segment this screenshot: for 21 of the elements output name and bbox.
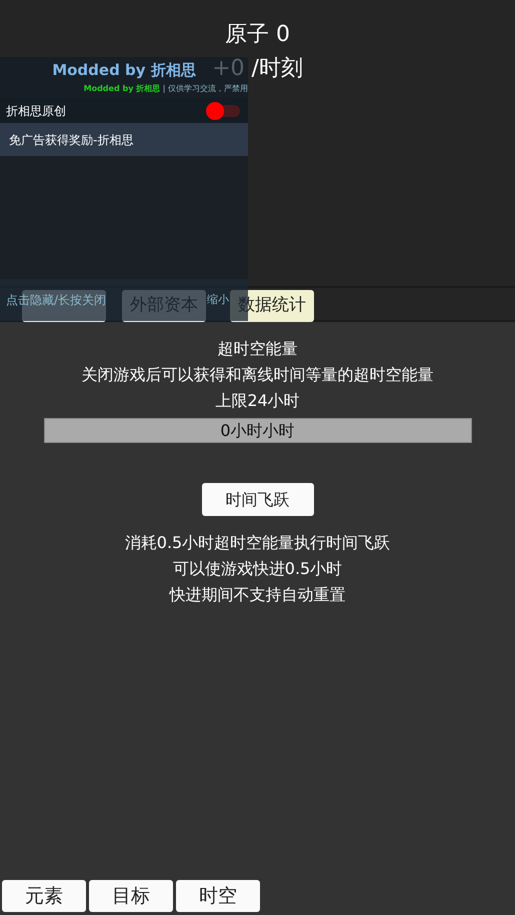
limit-text: 上限24小时 <box>215 390 300 412</box>
hide-hint[interactable]: 点击隐藏/长按关闭 <box>6 291 106 309</box>
tab-button[interactable]: 目标 <box>89 880 173 912</box>
panel-title: 超时空能量 <box>218 338 298 360</box>
tab-button[interactable]: 元素 <box>2 880 86 912</box>
toggle-switch[interactable] <box>206 102 240 120</box>
description-text: 关闭游戏后可以获得和离线时间等量的超时空能量 <box>82 364 434 386</box>
note-text: 可以使游戏快进0.5小时 <box>172 558 342 580</box>
progress-reading: 0小时小时 <box>219 420 296 442</box>
credit-text: Modded by 折相思 <box>84 84 160 93</box>
minimize-link[interactable]: 缩小 <box>207 292 229 308</box>
note-text: 快进期间不支持自动重置 <box>170 584 346 606</box>
time-jump-button[interactable]: 时间飞跃 <box>202 483 314 516</box>
mod-title: Modded by 折相思 <box>52 60 196 81</box>
note-text: 消耗0.5小时超时空能量执行时间飞跃 <box>124 532 390 554</box>
rate-text: +0 /时刻 <box>212 55 303 83</box>
tab-button[interactable]: 时空 <box>176 880 260 912</box>
notice-text: | 仅供学习交流，严禁用 <box>162 84 248 93</box>
menu-item[interactable]: 免广告获得奖励-折相思 <box>0 123 248 156</box>
toggle-label: 折相思原创 <box>6 102 66 120</box>
atom-count: 原子 0 <box>225 21 290 49</box>
